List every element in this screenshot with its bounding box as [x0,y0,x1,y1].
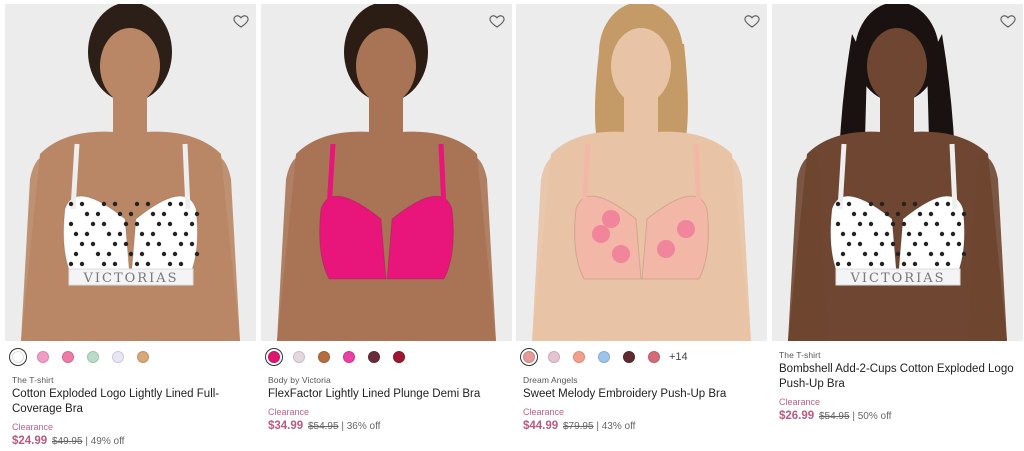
sale-price: $34.99 [268,420,304,432]
svg-text:VICTORIAS: VICTORIAS [849,271,945,286]
color-swatch[interactable] [137,351,149,363]
color-swatch[interactable] [343,351,355,363]
color-swatch[interactable] [548,351,560,363]
color-swatches [12,349,162,365]
color-swatch[interactable] [293,351,305,363]
price-row: $44.99 $79.95 | 43% off [523,420,763,432]
sale-price: $24.99 [12,435,48,447]
color-swatch[interactable] [268,351,280,363]
discount-label: | 49% off [85,436,125,447]
color-swatch[interactable] [87,351,99,363]
product-brand: The T-shirt [12,375,54,385]
sale-price: $44.99 [523,420,559,432]
heart-icon[interactable] [1000,13,1016,29]
discount-label: | 50% off [852,411,892,422]
color-swatch[interactable] [623,351,635,363]
price-row: $34.99 $54.95 | 36% off [268,420,508,432]
color-swatch[interactable] [598,351,610,363]
color-swatch[interactable] [573,351,585,363]
product-info: The T-shirt Cotton Exploded Logo Lightly… [12,375,252,447]
price-row: $26.99 $54.95 | 50% off [779,410,1019,422]
product-image[interactable]: VICTORIAS [772,4,1023,341]
clearance-badge: Clearance [779,397,821,407]
heart-icon[interactable] [744,13,760,29]
product-info: Dream Angels Sweet Melody Embroidery Pus… [523,375,763,432]
model-photo: VICTORIAS [21,4,240,341]
color-swatches [268,349,418,365]
color-swatch[interactable] [368,351,380,363]
color-swatch[interactable] [62,351,74,363]
sale-price: $26.99 [779,410,815,422]
clearance-badge: Clearance [268,407,310,417]
svg-text:VICTORIAS: VICTORIAS [82,271,178,286]
model-photo [277,4,496,341]
original-price: $54.95 [818,411,850,422]
color-swatch[interactable] [648,351,660,363]
product-card[interactable]: VICTORIAS The T-shirt Cotton Exploded Lo… [5,0,256,451]
product-card[interactable]: VICTORIAS The T-shirt Bombshell Add-2-Cu… [772,0,1023,451]
product-image[interactable] [261,4,512,341]
product-image[interactable] [516,4,767,341]
more-colors-count[interactable]: +14 [669,351,688,363]
original-price: $49.95 [51,436,83,447]
clearance-badge: Clearance [12,422,54,432]
product-name[interactable]: Bombshell Add-2-Cups Cotton Exploded Log… [779,362,1019,392]
product-brand: Dream Angels [523,375,578,385]
model-photo: VICTORIAS [788,4,1007,341]
price-row: $24.99 $49.95 | 49% off [12,435,252,447]
product-brand: Body by Victoria [268,375,331,385]
original-price: $54.95 [307,421,339,432]
product-brand: The T-shirt [779,350,821,360]
discount-label: | 43% off [596,421,636,432]
original-price: $79.95 [562,421,594,432]
product-name[interactable]: Cotton Exploded Logo Lightly Lined Full-… [12,387,252,417]
product-image[interactable]: VICTORIAS [5,4,256,341]
color-swatch[interactable] [523,351,535,363]
model-photo [532,4,751,341]
color-swatch[interactable] [393,351,405,363]
color-swatch[interactable] [112,351,124,363]
product-info: Body by Victoria FlexFactor Lightly Line… [268,375,508,432]
product-card[interactable]: Body by Victoria FlexFactor Lightly Line… [261,0,512,451]
product-info: The T-shirt Bombshell Add-2-Cups Cotton … [779,350,1019,422]
color-swatches: +14 [523,349,688,365]
product-card[interactable]: +14 Dream Angels Sweet Melody Embroidery… [516,0,767,451]
heart-icon[interactable] [233,13,249,29]
product-name[interactable]: FlexFactor Lightly Lined Plunge Demi Bra [268,387,508,402]
heart-icon[interactable] [489,13,505,29]
color-swatch[interactable] [318,351,330,363]
product-grid: VICTORIAS The T-shirt Cotton Exploded Lo… [0,0,1024,451]
product-name[interactable]: Sweet Melody Embroidery Push-Up Bra [523,387,763,402]
clearance-badge: Clearance [523,407,565,417]
discount-label: | 36% off [341,421,381,432]
color-swatch[interactable] [12,351,24,363]
color-swatch[interactable] [37,351,49,363]
